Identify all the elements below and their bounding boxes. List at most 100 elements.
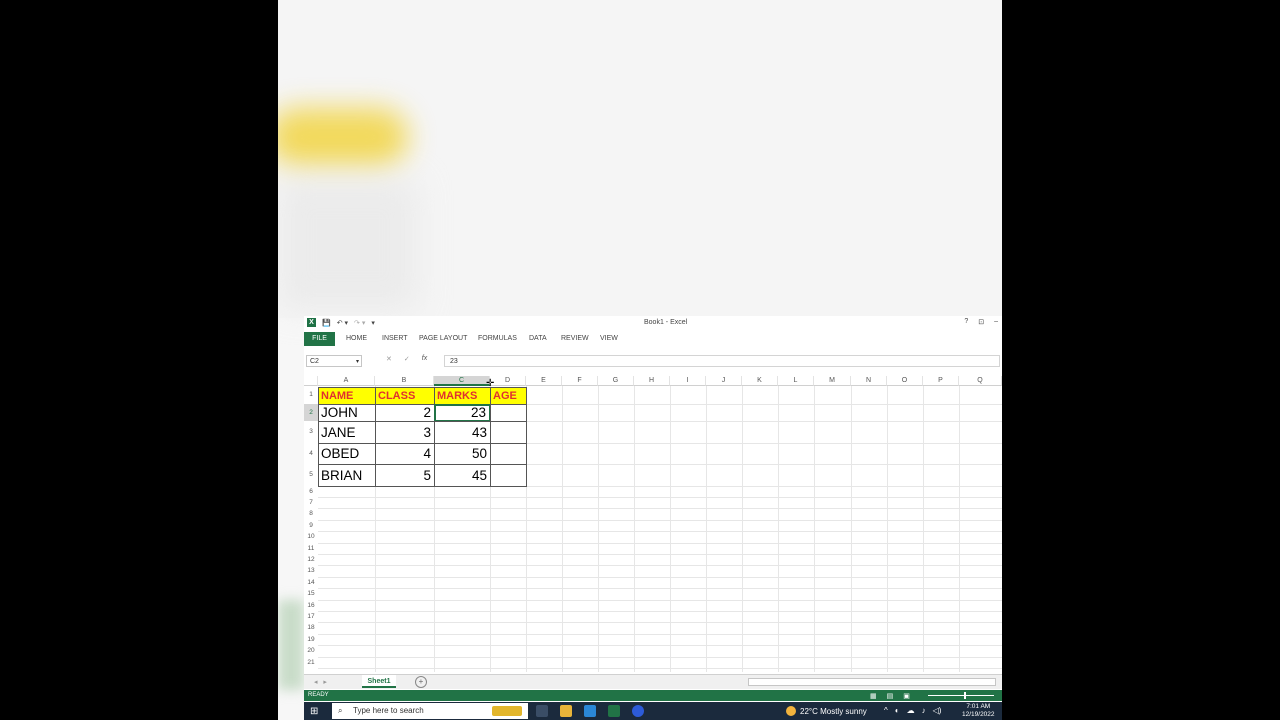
insert-function-button[interactable]: fx xyxy=(422,355,427,363)
page-break-view-icon[interactable]: ▣ xyxy=(903,691,910,702)
normal-view-icon[interactable]: ▦ xyxy=(870,691,877,702)
table-cell-class[interactable]: 5 xyxy=(375,464,435,487)
row-header-2[interactable]: 2 xyxy=(304,404,318,421)
chevron-down-icon[interactable]: ▾ xyxy=(356,356,359,368)
column-header-b[interactable]: B xyxy=(375,376,434,386)
column-header-k[interactable]: K xyxy=(742,376,778,386)
column-header-i[interactable]: I xyxy=(670,376,706,386)
column-header-f[interactable]: F xyxy=(562,376,598,386)
header-cell-age[interactable]: AGE xyxy=(490,387,527,405)
column-header-d[interactable]: D xyxy=(490,376,526,386)
row-header-9[interactable]: 9 xyxy=(304,520,318,531)
sheet-nav-arrows-icon[interactable]: ◂ ▸ xyxy=(314,678,327,686)
tab-file[interactable]: FILE xyxy=(304,332,335,346)
column-header-j[interactable]: J xyxy=(706,376,742,386)
column-header-a[interactable]: A xyxy=(318,376,375,386)
redo-icon[interactable]: ↷ ▾ xyxy=(354,319,365,327)
table-cell-marks[interactable]: 43 xyxy=(434,421,491,444)
weather-widget[interactable]: 22°C Mostly sunny xyxy=(786,706,867,716)
tab-review[interactable]: REVIEW xyxy=(561,335,589,342)
sheet-tab-sheet1[interactable]: Sheet1 xyxy=(362,675,396,688)
table-cell-age[interactable] xyxy=(490,464,527,487)
active-cell-c2[interactable]: 23 xyxy=(434,404,491,422)
zoom-app-icon[interactable] xyxy=(632,705,644,717)
enter-icon[interactable]: ✓ xyxy=(404,355,410,363)
name-box[interactable]: C2 ▾ xyxy=(306,355,362,367)
row-header-8[interactable]: 8 xyxy=(304,508,318,520)
column-header-l[interactable]: L xyxy=(778,376,814,386)
tab-page-layout[interactable]: PAGE LAYOUT xyxy=(419,335,467,342)
row-header-4[interactable]: 4 xyxy=(304,443,318,464)
column-header-e[interactable]: E xyxy=(526,376,562,386)
help-button[interactable]: ? xyxy=(964,318,968,326)
table-cell-age[interactable] xyxy=(490,404,527,422)
column-header-p[interactable]: P xyxy=(923,376,959,386)
undo-icon[interactable]: ↶ ▾ xyxy=(337,319,348,327)
table-cell-marks[interactable]: 50 xyxy=(434,443,491,465)
row-header-18[interactable]: 18 xyxy=(304,622,318,634)
row-header-21[interactable]: 21 xyxy=(304,657,318,668)
column-header-c[interactable]: C xyxy=(434,376,490,386)
row-header-16[interactable]: 16 xyxy=(304,600,318,611)
page-layout-view-icon[interactable]: ▤ xyxy=(887,691,894,702)
row-header-5[interactable]: 5 xyxy=(304,464,318,486)
column-header-q[interactable]: Q xyxy=(959,376,1002,386)
table-cell-age[interactable] xyxy=(490,421,527,444)
task-view-icon[interactable] xyxy=(536,705,548,717)
table-cell-age[interactable] xyxy=(490,443,527,465)
table-cell-class[interactable]: 4 xyxy=(375,443,435,465)
save-icon[interactable]: 💾 xyxy=(322,319,331,327)
row-header-14[interactable]: 14 xyxy=(304,577,318,588)
row-header-12[interactable]: 12 xyxy=(304,554,318,565)
header-cell-marks[interactable]: MARKS xyxy=(434,387,491,405)
tab-home[interactable]: HOME xyxy=(346,335,367,342)
volume-icon[interactable]: ◁) xyxy=(933,706,942,715)
header-cell-class[interactable]: CLASS xyxy=(375,387,435,405)
row-header-13[interactable]: 13 xyxy=(304,565,318,577)
excel-taskbar-icon[interactable] xyxy=(608,705,620,717)
microphone-icon[interactable]: ♪ xyxy=(922,706,926,715)
zoom-slider-knob[interactable] xyxy=(964,692,966,699)
row-header-7[interactable]: 7 xyxy=(304,497,318,508)
column-header-o[interactable]: O xyxy=(887,376,923,386)
horizontal-scrollbar[interactable] xyxy=(748,678,996,686)
network-icon[interactable]: ◐ xyxy=(895,706,900,715)
mail-icon[interactable] xyxy=(584,705,596,717)
formula-input[interactable]: 23 xyxy=(444,355,1000,367)
worksheet-grid[interactable]: A B C D E F G H I J K L M N O P Q 1 2 3 … xyxy=(304,376,1002,690)
column-header-m[interactable]: M xyxy=(814,376,851,386)
add-sheet-button[interactable]: + xyxy=(415,676,427,688)
file-explorer-icon[interactable] xyxy=(560,705,572,717)
row-header-15[interactable]: 15 xyxy=(304,588,318,600)
tab-view[interactable]: VIEW xyxy=(600,335,618,342)
column-header-g[interactable]: G xyxy=(598,376,634,386)
row-header-6[interactable]: 6 xyxy=(304,486,318,497)
windows-start-icon[interactable]: ⊞ xyxy=(310,706,318,717)
zoom-slider[interactable] xyxy=(928,695,994,696)
taskbar-clock[interactable]: 7:01 AM 12/19/2022 xyxy=(962,703,995,719)
customize-icon[interactable]: ▾ xyxy=(371,319,375,327)
table-cell-name[interactable]: OBED xyxy=(318,443,376,465)
ribbon-display-button[interactable]: ⊡ xyxy=(978,318,984,326)
row-header-3[interactable]: 3 xyxy=(304,421,318,443)
taskbar-search-box[interactable]: ⌕ Type here to search xyxy=(332,703,528,719)
row-header-19[interactable]: 19 xyxy=(304,634,318,645)
table-cell-class[interactable]: 2 xyxy=(375,404,435,422)
chevron-up-icon[interactable]: ^ xyxy=(884,706,888,715)
row-header-17[interactable]: 17 xyxy=(304,611,318,622)
table-cell-name[interactable]: JANE xyxy=(318,421,376,444)
onedrive-icon[interactable]: ☁ xyxy=(907,706,915,715)
table-cell-marks[interactable]: 45 xyxy=(434,464,491,487)
select-all-corner[interactable] xyxy=(304,376,318,386)
cancel-icon[interactable]: ✕ xyxy=(386,355,392,363)
row-header-11[interactable]: 11 xyxy=(304,543,318,554)
tab-insert[interactable]: INSERT xyxy=(382,335,408,342)
table-cell-name[interactable]: BRIAN xyxy=(318,464,376,487)
table-cell-class[interactable]: 3 xyxy=(375,421,435,444)
minimize-button[interactable]: – xyxy=(994,318,998,326)
row-header-10[interactable]: 10 xyxy=(304,531,318,543)
table-cell-name[interactable]: JOHN xyxy=(318,404,376,422)
column-header-h[interactable]: H xyxy=(634,376,670,386)
header-cell-name[interactable]: NAME xyxy=(318,387,376,405)
tab-data[interactable]: DATA xyxy=(529,335,547,342)
